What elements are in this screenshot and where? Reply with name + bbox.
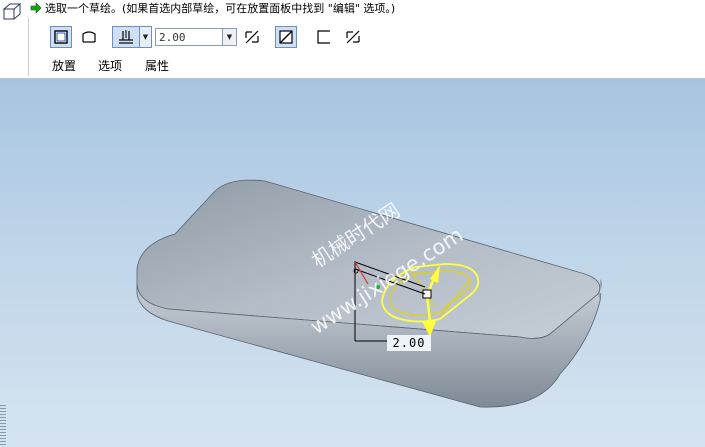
remove-material-icon bbox=[279, 30, 293, 44]
extrude-dashboard: 选取一个草绘。(如果首选内部草绘，可在放置面板中找到 "编辑" 选项。) ▼ 2… bbox=[0, 0, 705, 79]
extrude-surface-button[interactable] bbox=[78, 26, 100, 48]
resize-grip[interactable] bbox=[0, 405, 6, 447]
green-arrow-icon bbox=[30, 2, 42, 14]
thicken-sketch-button[interactable] bbox=[313, 26, 335, 48]
blind-depth-button[interactable] bbox=[112, 26, 140, 48]
extrude-feature-icon bbox=[2, 1, 24, 23]
dimension-value-label[interactable]: 2.00 bbox=[387, 335, 431, 351]
depth-value-combobox[interactable]: ▼ bbox=[155, 28, 237, 46]
message-prompt: 选取一个草绘。(如果首选内部草绘，可在放置面板中找到 "编辑" 选项。) bbox=[30, 1, 395, 15]
prompt-text: 选取一个草绘。(如果首选内部草绘，可在放置面板中找到 "编辑" 选项。) bbox=[45, 2, 396, 15]
thicken-sketch-icon bbox=[317, 30, 330, 44]
flip-material-side-button[interactable] bbox=[342, 26, 364, 48]
blind-depth-icon bbox=[119, 30, 133, 44]
tab-options[interactable]: 选项 bbox=[98, 57, 122, 74]
surface-icon bbox=[82, 31, 96, 43]
solid-icon bbox=[54, 30, 68, 44]
tab-properties[interactable]: 属性 bbox=[145, 57, 169, 74]
depth-value-dropdown-arrow[interactable]: ▼ bbox=[222, 29, 236, 45]
tab-placement[interactable]: 放置 bbox=[52, 57, 76, 74]
divider bbox=[28, 18, 29, 76]
flip-depth-direction-button[interactable] bbox=[241, 26, 263, 48]
graphics-window[interactable]: 2.00 机械时代网 www.jixiege.com bbox=[0, 79, 705, 447]
model-view bbox=[136, 179, 603, 408]
depth-value-input[interactable] bbox=[156, 29, 222, 45]
flip-material-icon bbox=[346, 30, 360, 44]
depth-option-split-button[interactable]: ▼ bbox=[112, 26, 152, 48]
extrude-solid-button[interactable] bbox=[50, 26, 72, 48]
remove-material-button[interactable] bbox=[275, 26, 297, 48]
flip-direction-icon bbox=[245, 30, 259, 44]
depth-option-dropdown-arrow[interactable]: ▼ bbox=[140, 26, 152, 48]
